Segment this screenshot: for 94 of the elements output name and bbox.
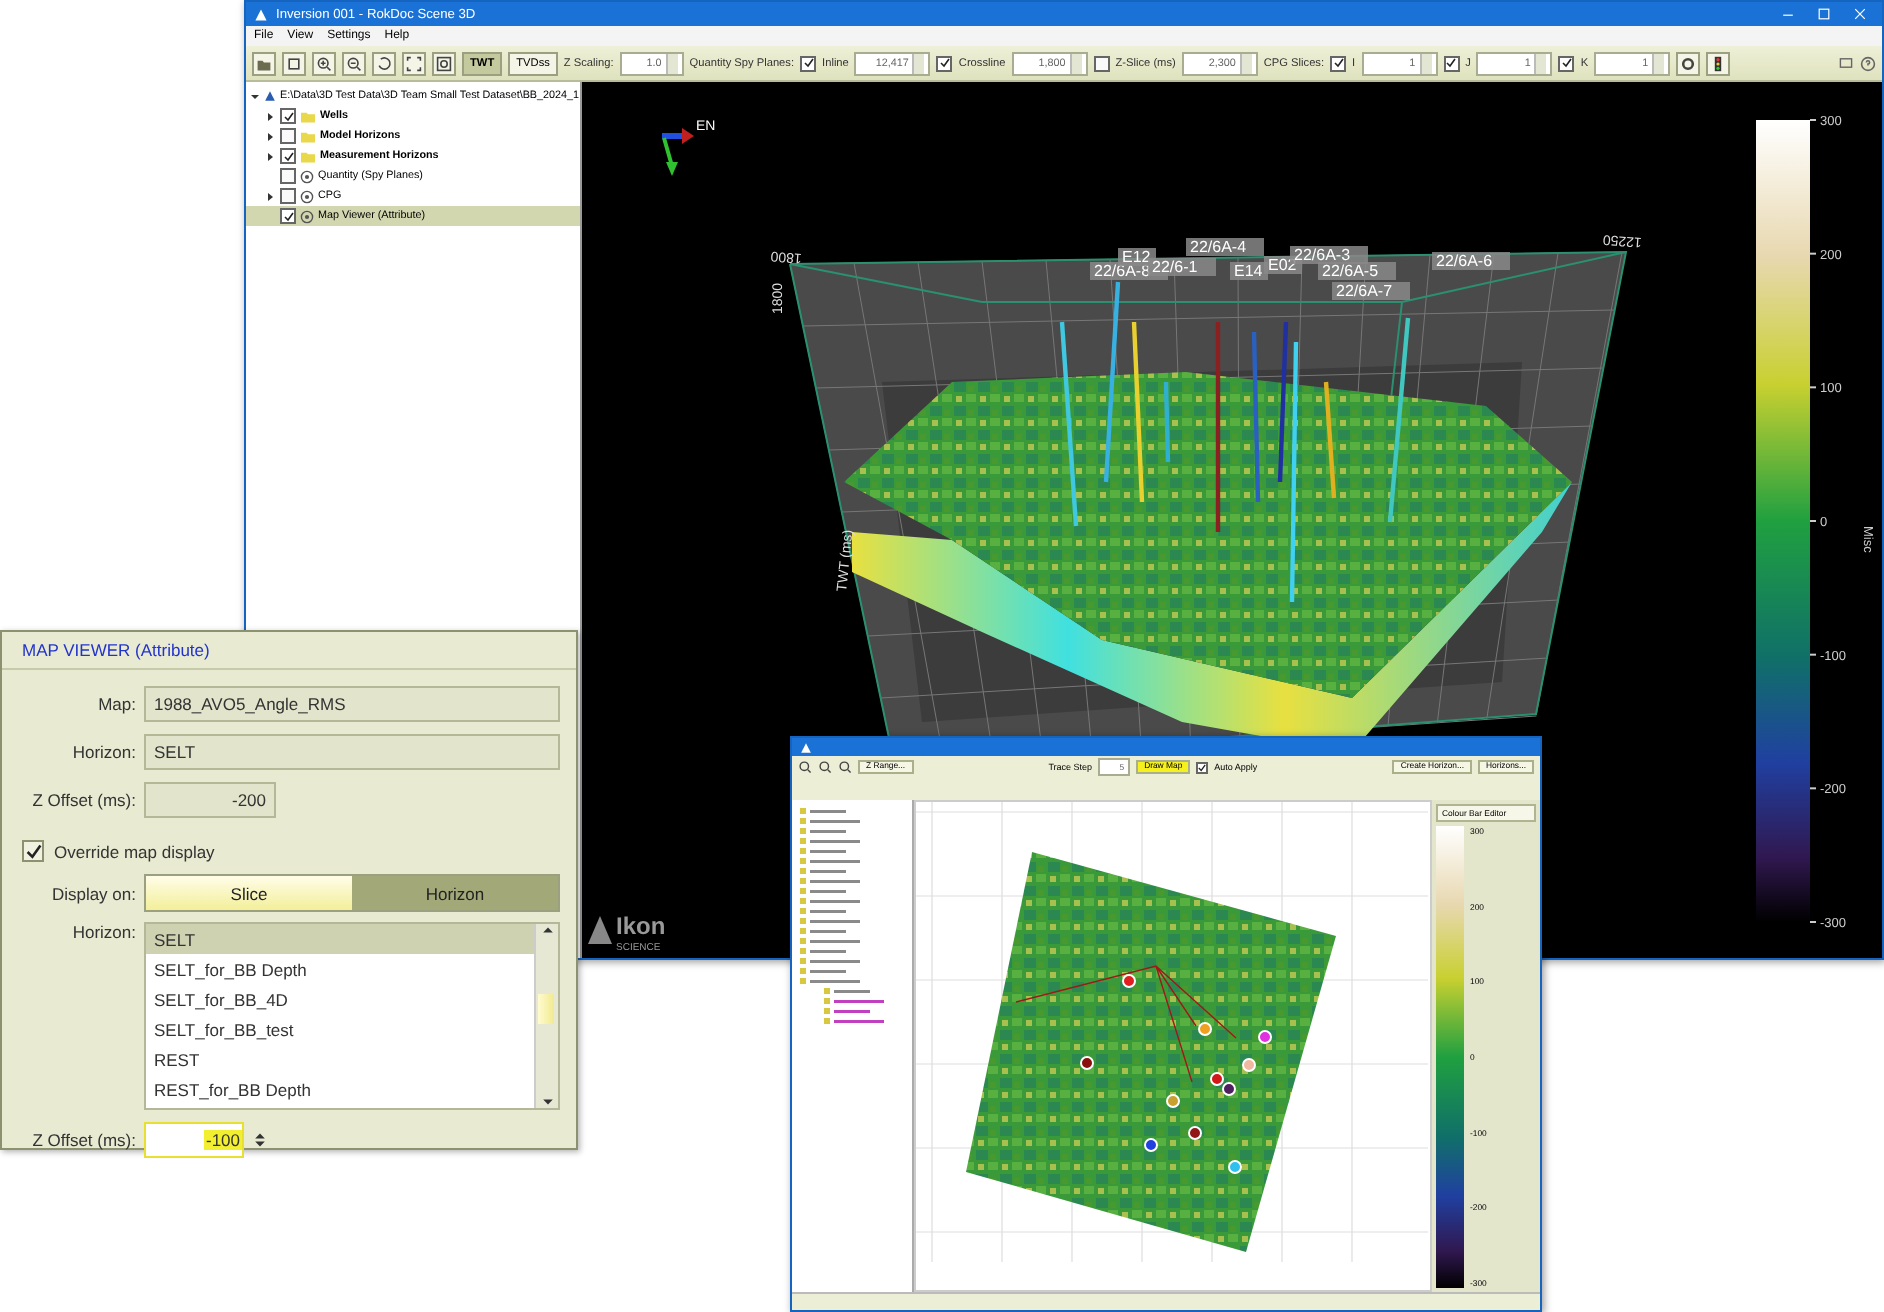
field-label: Horizon: [70,922,136,942]
segment-button[interactable]: Horizon [352,876,558,910]
readonly-field: 1988_AVO5_Angle_RMS [144,686,560,722]
traffic-light-button[interactable] [1706,51,1731,75]
checkbox[interactable] [280,108,296,124]
checkbox[interactable] [1093,55,1110,71]
checkmark-icon [939,58,950,68]
checkbox[interactable] [280,128,296,144]
save-icon [286,55,302,71]
checkmark-icon [1333,58,1344,68]
toolbar-button[interactable] [402,51,426,75]
list-item[interactable]: SELT_for_BB_test [146,1014,534,1044]
settings-button[interactable] [1676,51,1701,75]
checkbox-label: Override map display [54,841,215,861]
list-item[interactable]: SELT [146,924,534,954]
well-label: E14 [1230,262,1268,280]
up-arrow-icon [541,924,553,936]
checkbox[interactable] [800,55,817,71]
project-icon [264,90,276,102]
checkmark-icon [25,843,41,859]
list-item[interactable]: REST_for_BB Depth [146,1074,534,1104]
zoom-out-icon [818,760,832,774]
zoom-out-icon [346,55,362,71]
well-label: 22/6A-5 [1318,262,1396,280]
readonly-field: -200 [144,782,276,818]
circle-icon [300,189,314,203]
checkbox[interactable] [1196,761,1209,773]
traffic-light-icon [1710,55,1727,71]
scrollbar[interactable] [534,924,558,1108]
checkmark-icon [1446,58,1457,68]
circle-icon [300,209,314,223]
checkmark-icon [283,111,293,121]
checkmark-icon [1561,58,1572,68]
toolbar-button[interactable] [432,51,456,75]
toolbar-button[interactable] [342,51,366,75]
well-label: 22/6A-7 [1332,282,1410,300]
z-offset-field[interactable]: -100 [144,1122,244,1158]
app-icon [800,741,812,753]
list-item[interactable]: SELT_for_BB_4D [146,984,534,1014]
checkbox[interactable] [280,168,296,184]
zoom-in-icon [316,55,332,71]
panel-title: MAP VIEWER (Attribute) [2,632,576,670]
checkbox[interactable] [280,188,296,204]
checkbox[interactable] [1558,55,1575,71]
search-icon [838,760,852,774]
toolbar-button[interactable] [252,51,276,75]
maximize-icon [1818,8,1830,20]
checkbox[interactable] [1330,55,1347,71]
scrollbar-thumb[interactable] [538,994,554,1024]
logo-text: Ikon [616,912,666,940]
field-label: Map: [96,694,136,714]
checkbox[interactable] [1443,55,1460,71]
rotate-icon [376,55,392,71]
field-label: Z Offset (ms): [30,1130,136,1150]
logo-icon [588,916,612,944]
checkbox[interactable] [22,840,44,862]
frame-icon [436,55,452,71]
well-label: 22/6A-6 [1432,252,1510,270]
well-trajectory [1323,381,1337,499]
folder-icon [256,55,272,71]
checkmark-icon [283,151,293,161]
well-label: 22/6A-3 [1290,246,1368,264]
checkmark-icon [283,211,293,221]
well-trajectory [1163,381,1171,463]
checkmark-icon [803,58,814,68]
readonly-field: SELT [144,734,560,770]
help-icon [1860,55,1876,71]
toolbar-button[interactable] [312,51,336,75]
close-icon [1854,8,1866,20]
well-label: 22/6A-4 [1186,238,1264,256]
checkbox[interactable] [936,55,953,71]
segment-button[interactable]: Slice [146,876,352,910]
keyboard-icon [1838,56,1854,70]
toolbar-button[interactable] [372,51,396,75]
fit-icon [406,55,422,71]
field-label: Z Offset (ms): [30,790,136,810]
toolbar-button[interactable] [282,51,306,75]
horizon-list[interactable]: SELT SELT_for_BB Depth SELT_for_BB_4D SELT_for_BB_test REST REST_for_BB Depth [144,922,560,1110]
checkbox[interactable] [280,148,296,164]
app-icon [254,7,268,21]
field-label: Display on: [49,883,136,903]
settings-icon [1680,55,1697,71]
list-item[interactable]: SELT_for_BB Depth [146,954,534,984]
field-label: Horizon: [70,742,136,762]
zoom-in-icon [798,760,812,774]
list-item[interactable]: REST [146,1044,534,1074]
well-label: 22/6-1 [1148,258,1216,276]
down-arrow-icon [541,1096,553,1108]
checkbox[interactable] [280,208,296,224]
checkmark-icon [1198,763,1207,771]
well-label: E12 [1118,248,1156,266]
orientation-gizmo-icon [662,128,694,176]
expand-arrow-icon [250,91,260,101]
circle-icon [300,169,314,183]
